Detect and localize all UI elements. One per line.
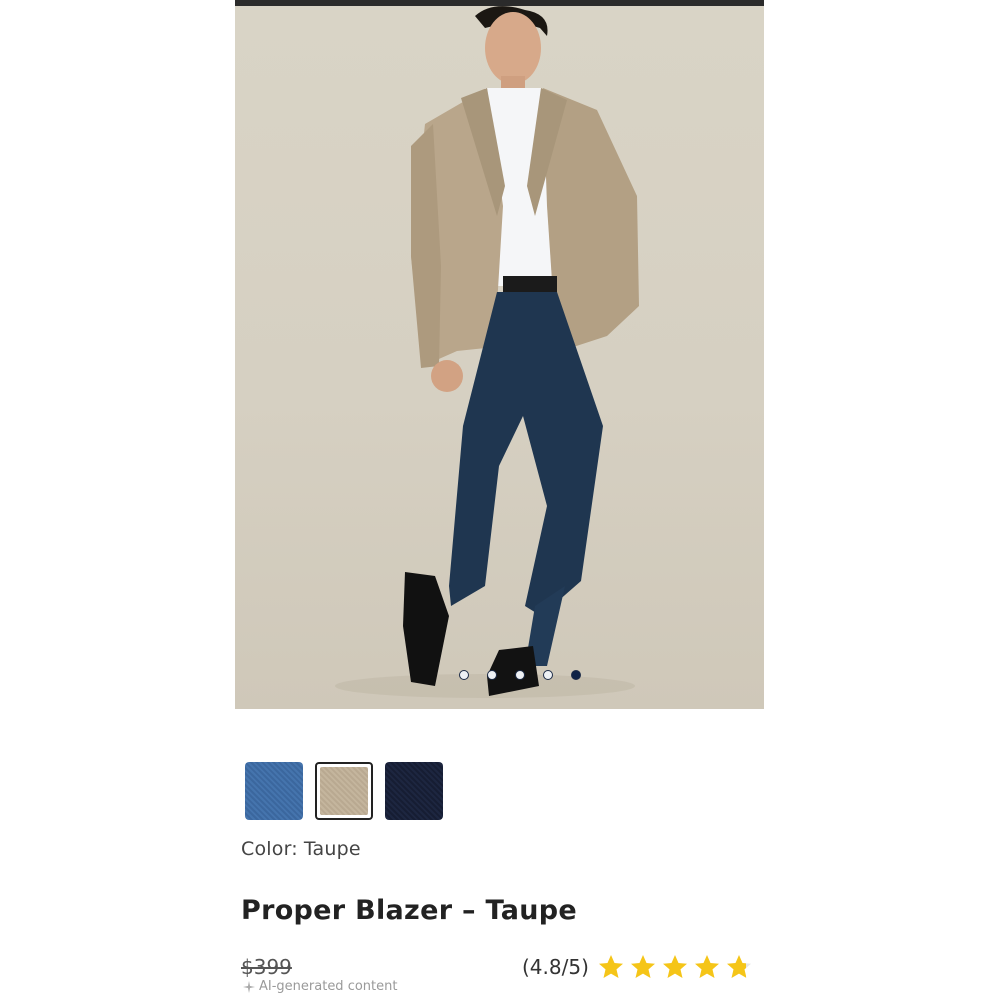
carousel-dot-5[interactable] bbox=[570, 670, 581, 680]
color-label-prefix: Color: bbox=[241, 838, 298, 860]
carousel-dot-2[interactable] bbox=[486, 670, 497, 680]
carousel-dot-3[interactable] bbox=[514, 670, 525, 680]
swatch-blue[interactable] bbox=[245, 762, 303, 820]
ai-generated-note: AI-generated content bbox=[243, 979, 397, 994]
star-icon bbox=[598, 955, 623, 978]
ai-note-text: AI-generated content bbox=[259, 979, 398, 994]
star-icon bbox=[694, 955, 719, 978]
product-title: Proper Blazer – Taupe bbox=[241, 895, 578, 926]
selected-color-label: Color: Taupe bbox=[241, 838, 361, 860]
rating-stars bbox=[597, 953, 753, 981]
carousel-dot-1[interactable] bbox=[458, 670, 469, 680]
product-image-gallery[interactable] bbox=[235, 6, 764, 709]
carousel-dot-4[interactable] bbox=[542, 670, 553, 680]
star-icon bbox=[630, 955, 655, 978]
rating-text: (4.8/5) bbox=[522, 955, 589, 979]
product-price: $399 bbox=[241, 955, 292, 979]
swatch-navy[interactable] bbox=[385, 762, 443, 820]
swatch-taupe-fill bbox=[320, 767, 368, 815]
color-label-value: Taupe bbox=[303, 838, 361, 860]
swatch-taupe[interactable] bbox=[315, 762, 373, 820]
star-icon bbox=[726, 955, 751, 978]
sparkle-icon bbox=[243, 980, 255, 993]
star-icon bbox=[662, 955, 687, 978]
product-photo bbox=[335, 6, 639, 698]
carousel-dots bbox=[235, 670, 764, 684]
product-rating[interactable]: (4.8/5) bbox=[522, 953, 753, 981]
color-swatch-list bbox=[245, 762, 443, 820]
